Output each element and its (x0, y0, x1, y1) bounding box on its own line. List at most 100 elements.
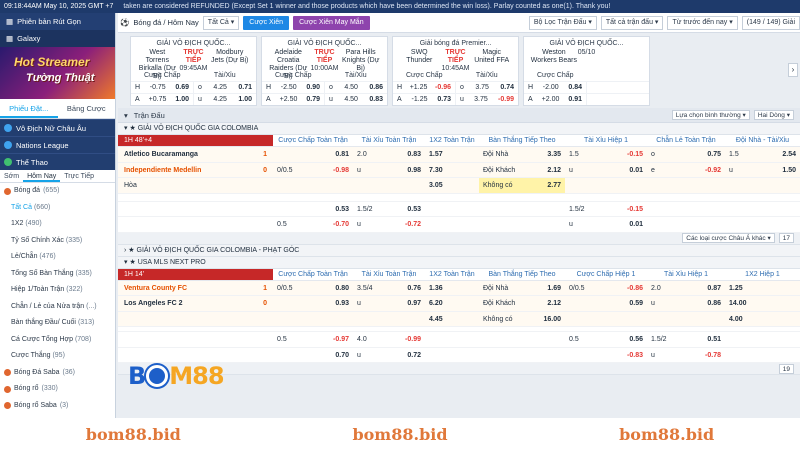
handicap-odds[interactable]: A -1.25 0.73 (393, 94, 455, 105)
odds-cell[interactable] (353, 312, 425, 327)
odds-cell[interactable]: u 1.50 (725, 163, 800, 178)
time-select[interactable]: Từ trước đến nay ▾ (667, 15, 738, 30)
handicap-odds[interactable]: H -2.50 0.90 (262, 82, 324, 93)
odds-cell[interactable]: -0.83 (565, 348, 647, 363)
sort-select[interactable]: Lựa chọn bình thường ▾ (671, 110, 750, 120)
featured-match-card[interactable]: GIẢI VÔ ĐỊCH QUỐC... Adelaide Croatia Ra… (261, 36, 388, 106)
odds-cell[interactable]: 3.5/4 0.76 (353, 281, 425, 296)
sidebar-item[interactable]: Tổng Số Bàn Thắng (335) (0, 266, 115, 283)
odds-cell[interactable]: 1.5 -0.15 (565, 147, 647, 162)
league-header[interactable]: ▾ ★ USA MLS NEXT PRO (118, 256, 800, 269)
odds-cell[interactable]: 1.5/2 0.51 (647, 332, 725, 347)
odds-cell[interactable]: 0.53 (273, 202, 353, 217)
market-count[interactable]: 17 (778, 233, 794, 243)
handicap-odds[interactable]: A +2.00 0.91 (524, 94, 586, 105)
featured-match-card[interactable]: GIẢI VÔ ĐỊCH QUỐC... Weston Workers Bear… (523, 36, 650, 106)
odds-cell[interactable] (425, 217, 479, 232)
odds-cell[interactable] (647, 312, 725, 327)
sidebar-item-sports[interactable]: Thể Thao (0, 153, 115, 170)
odds-cell[interactable]: u 0.01 (565, 163, 647, 178)
league-header[interactable]: ▾ ★ GIẢI VÔ ĐỊCH QUỐC GIA COLOMBIA (118, 123, 800, 135)
odds-cell[interactable]: 1.5 2.54 (725, 147, 800, 162)
odds-cell[interactable] (273, 312, 353, 327)
tab-bet-list[interactable]: Bảng Cược (58, 99, 116, 118)
sidebar-item-nations-league[interactable]: Nations League (0, 136, 115, 153)
over-under-odds[interactable]: u 4.50 0.83 (324, 94, 387, 105)
sidebar-item[interactable]: Cược Thắng (95) (0, 348, 115, 365)
over-under-odds[interactable]: o 3.75 0.74 (455, 82, 518, 93)
handicap-odds[interactable]: H -0.75 0.69 (131, 82, 193, 93)
sidebar-item[interactable]: 1X2 (490) (0, 216, 115, 233)
sidebar-compact-version[interactable]: ▦ Phiên bản Rút Gọn (0, 13, 115, 30)
odds-cell[interactable]: 0.81 (273, 147, 353, 162)
sidebar-item[interactable]: Bóng rổ (330) (0, 381, 115, 398)
odds-cell[interactable]: u 0.01 (565, 217, 647, 232)
streamer-banner[interactable]: Hot Streamer Tường Thuật (0, 47, 115, 99)
odds-cell[interactable]: o 0.75 (647, 147, 725, 162)
odds-cell[interactable]: 4.0 -0.99 (353, 332, 425, 347)
odds-cell[interactable]: 3.05 (425, 178, 479, 193)
league-count[interactable]: (149 / 149) Giải (741, 15, 800, 30)
match-filter-select[interactable]: Bộ Lọc Trận Đấu ▾ (528, 15, 597, 30)
chevron-right-icon[interactable]: › (788, 63, 798, 77)
odds-cell[interactable] (273, 178, 353, 193)
odds-cell[interactable]: 1.5/2 0.53 (353, 202, 425, 217)
subtab-early[interactable]: Sớm (0, 170, 23, 182)
odds-cell[interactable]: Đội Nhà 3.35 (479, 147, 565, 162)
odds-cell[interactable]: 0.5 -0.70 (273, 217, 353, 232)
sidebar-item[interactable]: Bóng đá (655) (0, 183, 115, 200)
odds-cell[interactable] (479, 348, 565, 363)
odds-cell[interactable]: 6.20 (425, 296, 479, 311)
odds-cell[interactable]: u 0.98 (353, 163, 425, 178)
over-under-odds[interactable]: u 4.25 1.00 (193, 94, 256, 105)
odds-cell[interactable]: Không có 2.77 (479, 178, 565, 193)
all-matches-select[interactable]: Tất cả trận đấu ▾ (600, 15, 664, 30)
odds-cell[interactable]: 1.25 (725, 281, 800, 296)
odds-cell[interactable]: 0.93 (273, 296, 353, 311)
odds-cell[interactable]: 0/0.5 -0.98 (273, 163, 353, 178)
sidebar-galaxy[interactable]: ▦ Galaxy (0, 30, 115, 47)
sidebar-item[interactable]: Tỷ Số Chính Xác (335) (0, 233, 115, 250)
parlay-button[interactable]: Cược Xiên (243, 15, 290, 30)
handicap-odds[interactable]: H -2.00 0.84 (524, 82, 586, 93)
odds-cell[interactable] (565, 312, 647, 327)
odds-cell[interactable]: e -0.92 (647, 163, 725, 178)
odds-cell[interactable]: u -0.72 (353, 217, 425, 232)
odds-cell[interactable]: Đội Khách 2.12 (479, 163, 565, 178)
odds-cell[interactable]: 2.0 0.87 (647, 281, 725, 296)
odds-cell[interactable]: 0.5 0.56 (565, 332, 647, 347)
odds-cell[interactable]: 7.30 (425, 163, 479, 178)
odds-cell[interactable] (425, 348, 479, 363)
subtab-live[interactable]: Trực Tiếp (60, 170, 98, 182)
handicap-odds[interactable]: H +1.25 -0.96 (393, 82, 455, 93)
odds-cell[interactable]: u 0.97 (353, 296, 425, 311)
odds-cell[interactable]: Đội Khách 2.12 (479, 296, 565, 311)
odds-cell[interactable] (479, 332, 565, 347)
sidebar-item[interactable]: Bóng rổ Saba (3) (0, 398, 115, 415)
odds-cell[interactable]: 1.36 (425, 281, 479, 296)
odds-cell[interactable] (425, 202, 479, 217)
over-under-odds[interactable]: u 3.75 -0.99 (455, 94, 518, 105)
sidebar-item[interactable]: Hiệp 1/Toàn Trận (322) (0, 282, 115, 299)
subtab-today[interactable]: Hôm Nay (23, 170, 61, 182)
sidebar-item[interactable]: Chẵn / Lẻ của Nửa trận (...) (0, 299, 115, 316)
collapse-icon[interactable]: ▾ (124, 111, 128, 120)
other-markets-select[interactable]: Các loại cược Châu Á khác ▾ (682, 233, 775, 243)
featured-match-card[interactable]: GIẢI VÔ ĐỊCH QUỐC... West Torrens Birkal… (130, 36, 257, 106)
handicap-odds[interactable]: A +0.75 1.00 (131, 94, 193, 105)
odds-cell[interactable]: 4.45 (425, 312, 479, 327)
odds-cell[interactable]: 0/0.5 -0.86 (565, 281, 647, 296)
sidebar-item[interactable]: Bàn thắng Đầu/ Cuối (313) (0, 315, 115, 332)
odds-cell[interactable]: 1.5/2 -0.15 (565, 202, 647, 217)
odds-cell[interactable]: 4.00 (725, 312, 800, 327)
market-count[interactable]: 19 (778, 363, 794, 374)
sidebar-item[interactable]: Lẻ/Chẵn (476) (0, 249, 115, 266)
odds-cell[interactable] (479, 202, 565, 217)
over-under-odds[interactable] (586, 82, 649, 93)
odds-cell[interactable]: 0.70 (273, 348, 353, 363)
lucky-parlay-button[interactable]: Cược Xiên May Mắn (293, 15, 370, 30)
odds-cell[interactable] (425, 332, 479, 347)
sidebar-item[interactable]: Bóng Đá Saba (36) (0, 365, 115, 382)
tab-bet-slip[interactable]: Phiếu Đặt... (0, 99, 58, 118)
sidebar-item[interactable]: Cá Cược Tổng Hợp (708) (0, 332, 115, 349)
